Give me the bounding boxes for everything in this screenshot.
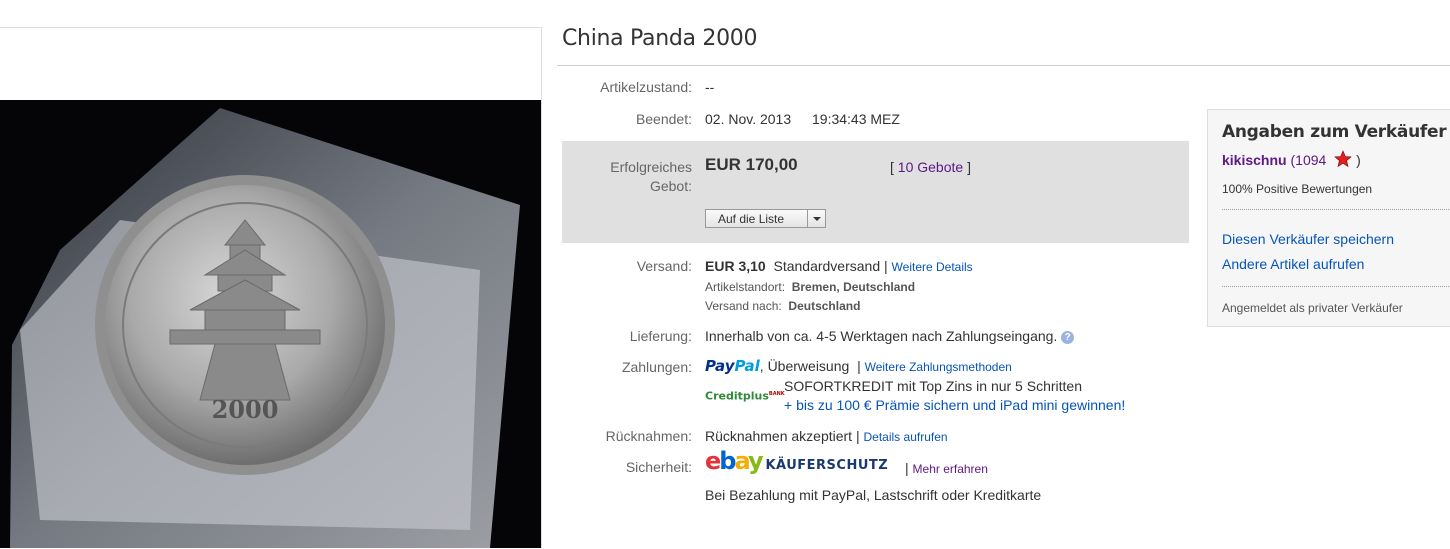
save-seller-link[interactable]: Diesen Verkäufer speichern — [1222, 231, 1394, 247]
bid-label-line1: Erfolgreiches — [610, 159, 692, 175]
ended-time: 19:34:43 MEZ — [812, 111, 900, 127]
bid-label: Erfolgreiches Gebot: — [556, 158, 692, 196]
bid-count-close: ] — [967, 159, 971, 175]
help-icon[interactable]: ? — [1061, 331, 1075, 344]
security-sep: | — [905, 460, 909, 476]
dropdown-arrow-icon[interactable] — [807, 210, 825, 227]
payments-line: PayPal, Überweisung | Weitere Zahlungsme… — [705, 357, 1012, 377]
ended-label: Beendet: — [635, 111, 692, 127]
item-location: Artikelstandort: Bremen, Deutschland — [705, 278, 915, 297]
creditplus-logo: CreditplusBANK — [705, 389, 785, 403]
buyer-protection-text: Bei Bezahlung mit PayPal, Lastschrift od… — [705, 487, 1042, 503]
bid-count: [ 10 Gebote ] — [890, 158, 971, 177]
item-location-value: Bremen, Deutschland — [791, 280, 916, 294]
more-payment-methods-link[interactable]: Weitere Zahlungsmethoden — [865, 360, 1012, 374]
other-items-link[interactable]: Andere Artikel aufrufen — [1222, 256, 1364, 272]
shipping-method: Standardversand | — [773, 258, 888, 274]
credit-offer-link[interactable]: + bis zu 100 € Prämie sichern und iPad m… — [784, 396, 1125, 415]
seller-identity: kikischnu (1094 ) — [1222, 150, 1361, 168]
payments-sep: | — [857, 358, 861, 374]
shipping-details-link[interactable]: Weitere Details — [892, 260, 973, 274]
bid-count-open: [ — [890, 159, 894, 175]
seller-heading: Angaben zum Verkäufer — [1222, 122, 1447, 142]
seller-name-link[interactable]: kikischnu — [1222, 152, 1287, 168]
bid-history-link[interactable]: 10 Gebote — [898, 159, 963, 175]
item-location-label: Artikelstandort: — [705, 280, 786, 294]
item-photo[interactable]: 2000 — [0, 100, 541, 548]
seller-info-box: Angaben zum Verkäufer kikischnu (1094 ) … — [1207, 109, 1450, 327]
condition-value: -- — [705, 79, 715, 95]
security-more: | Mehr erfahren — [905, 459, 988, 479]
paypal-logo: PayPal — [705, 357, 760, 375]
payment-methods: , Überweisung — [759, 358, 850, 374]
shipping-label: Versand: — [636, 258, 692, 274]
credit-offer-text: SOFORTKREDIT mit Top Zins in nur 5 Schri… — [784, 378, 1082, 394]
returns-details-link[interactable]: Details aufrufen — [864, 430, 948, 444]
security-more-link[interactable]: Mehr erfahren — [913, 462, 988, 476]
shipping-line: EUR 3,10 Standardversand | Weitere Detai… — [705, 257, 973, 277]
delivery-label: Lieferung: — [629, 328, 692, 344]
feedback-close: ) — [1356, 152, 1361, 168]
seller-divider-2 — [1222, 286, 1450, 287]
seller-divider-1 — [1222, 209, 1450, 210]
listing-title: China Panda 2000 — [562, 26, 758, 51]
buyer-protection-line: ebay KÄUFERSCHUTZ — [705, 449, 889, 475]
title-divider — [557, 65, 1450, 66]
star-rating-icon[interactable] — [1334, 150, 1352, 168]
returns-text: Rücknahmen akzeptiert | — [705, 428, 860, 444]
winning-bid-price: EUR 170,00 — [705, 155, 798, 174]
ships-to: Versand nach: Deutschland — [705, 297, 860, 316]
security-label: Sicherheit: — [625, 459, 692, 475]
returns-line: Rücknahmen akzeptiert | Details aufrufen — [705, 427, 948, 447]
positive-feedback: 100% Positive Bewertungen — [1222, 182, 1373, 196]
delivery-text: Innerhalb von ca. 4-5 Werktagen nach Zah… — [705, 327, 1075, 346]
delivery-info: Innerhalb von ca. 4-5 Werktagen nach Zah… — [705, 328, 1058, 344]
ships-to-value: Deutschland — [788, 299, 861, 313]
ships-to-label: Versand nach: — [705, 299, 782, 313]
seller-registration: Angemeldet als privater Verkäufer — [1222, 301, 1403, 315]
coin-year: 2000 — [212, 395, 279, 424]
feedback-score-link[interactable]: 1094 — [1295, 152, 1326, 168]
condition-label: Artikelzustand: — [600, 79, 692, 95]
bid-label-line2: Gebot: — [649, 178, 692, 194]
buyer-protection-badge: KÄUFERSCHUTZ — [765, 458, 889, 473]
returns-label: Rücknahmen: — [605, 428, 692, 444]
ebay-logo: ebay — [705, 447, 764, 475]
ended-date: 02. Nov. 2013 — [705, 111, 792, 127]
payments-label: Zahlungen: — [621, 359, 692, 375]
add-to-watchlist-button[interactable]: Auf die Liste — [705, 209, 826, 228]
watchlist-label: Auf die Liste — [718, 212, 785, 226]
shipping-price: EUR 3,10 — [705, 258, 766, 274]
